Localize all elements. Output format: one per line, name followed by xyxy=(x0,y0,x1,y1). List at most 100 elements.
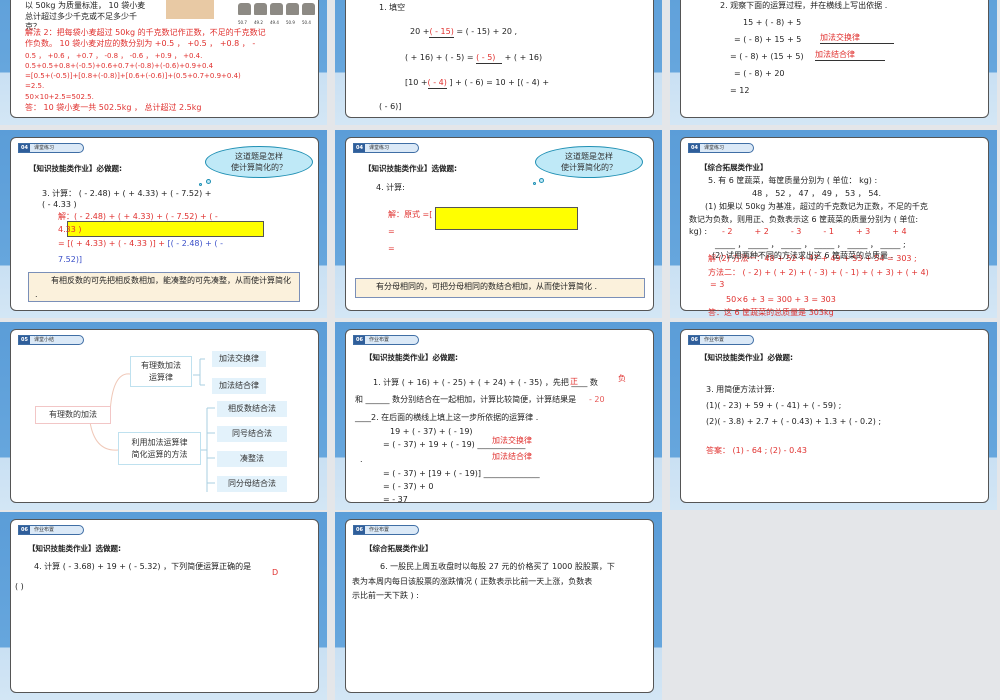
section-label: 课堂练习 xyxy=(34,145,55,151)
thought-cloud: 这道题是怎样 使计算简化的？ xyxy=(535,146,643,178)
value: + 3 xyxy=(855,227,871,236)
scale-photo xyxy=(166,0,214,19)
mind-map-leaf: 加法结合律 xyxy=(212,378,266,394)
solution-line: 50×6 + 3 = 300 + 3 = 303 xyxy=(726,295,836,304)
equals-sign: = xyxy=(388,244,395,253)
solution-line: 解法 2：把每袋小麦超过 50kg 的千克数记作正数，不足的千克数记 xyxy=(25,28,266,37)
text: 利用加法运算律 xyxy=(131,438,188,447)
answer-blank: ( - 4) xyxy=(427,78,447,89)
question-title: 1. 填空 xyxy=(379,3,406,12)
text: [10 + xyxy=(405,78,428,87)
heading: 【知识技能类作业】选做题: xyxy=(28,544,121,553)
cloud-text: 使计算简化的？ xyxy=(561,163,617,172)
section-tag: 06 作业布置 xyxy=(353,335,419,345)
question-line: (1) 如果以 50kg 为基准，超过的千克数记为正数，不足的千克 xyxy=(705,202,928,211)
question-line: (2) 试用两种不同的方法求出这 6 筐蔬菜的总质量 . xyxy=(712,251,894,260)
heading: 【综合拓展类作业】 xyxy=(700,163,768,172)
sack-label: 49.4 xyxy=(270,20,279,25)
mind-map-branch: 利用加法运算律 简化运算的方法 xyxy=(118,432,201,465)
text: 有理数加法 xyxy=(141,361,181,370)
section-number: 06 xyxy=(354,336,365,344)
text: + ( + 16) xyxy=(502,53,543,62)
step-line: = ( - 8) + (15 + 5) xyxy=(730,52,804,61)
solution-line: 方法二： ( - 2) + ( + 2) + ( - 3) + ( - 1) +… xyxy=(708,268,929,277)
dot: . xyxy=(360,455,363,464)
value: - 3 xyxy=(790,227,802,236)
heading: 【知识技能类作业】选做题: xyxy=(364,164,457,173)
text-line: 以 50kg 为质量标准， 10 袋小麦 xyxy=(25,1,146,10)
sack-label: 50.9 xyxy=(286,20,295,25)
mind-map-leaf: 同分母结合法 xyxy=(217,476,287,492)
answer-positive: 正 xyxy=(570,377,578,386)
slide-thumbnail-7[interactable]: 05 课堂小结 有理数的加法 有理数加法 运算律 加法交换律 加法结合律 利用加法运… xyxy=(0,322,327,510)
section-label: 作业布置 xyxy=(704,337,725,343)
fill-line-4: ( - 6)] xyxy=(379,102,402,111)
slide-thumbnail-11[interactable]: 06 作业布置 【综合拓展类作业】 6. 一股民上周五收盘时以每股 27 元的价格… xyxy=(335,512,662,700)
question-line: 4. 计算 ( - 3.68) + 19 + ( - 5.32) ，下列简便运算… xyxy=(34,562,252,571)
section-number: 04 xyxy=(689,144,700,152)
wheat-sacks-image xyxy=(238,3,315,15)
equals-sign: = xyxy=(388,227,395,236)
answer-negative: 负 xyxy=(618,374,626,383)
slide-thumbnail-8[interactable]: 06 作业布置 【知识技能类作业】必做题: 1. 计算 ( + 16) + ( -… xyxy=(335,322,662,510)
step-line: = ( - 8) + 15 + 5 xyxy=(734,35,802,44)
law-answer: 加法交换律 xyxy=(820,33,894,44)
highlight-box xyxy=(67,221,264,237)
question-line: 和 ______ 数分别结合在一起相加，计算比较简便，计算结果是 xyxy=(355,395,577,404)
slide-thumbnail-5[interactable]: 04 课堂练习 【知识技能类作业】选做题: 这道题是怎样 使计算简化的？ 4. 计算… xyxy=(335,130,662,318)
solution-line: =[0.5+(-0.5)]+[0.8+(-0.8)]+[0.6+(-0.6)]+… xyxy=(25,72,241,80)
tip-note: 有分母相同的，可把分母相同的数结合相加，从而使计算简化 . xyxy=(355,278,645,298)
answer-line: 答： 10 袋小麦一共 502.5kg ， 总计超过 2.5kg xyxy=(25,103,202,112)
section-label: 作业布置 xyxy=(369,337,390,343)
solution-line: 4.33 ) xyxy=(58,225,82,234)
tip-note: 有相反数的可先把相反数相加，能凑整的可先凑整，从而使计算简化 . xyxy=(28,272,300,302)
question-line: 1. 计算 ( + 16) + ( - 25) + ( + 24) + ( - … xyxy=(373,378,598,387)
slide-thumbnail-4[interactable]: 04 课堂练习 【知识技能类作业】必做题: 这道题是怎样 使计算简化的？ 3. 计算… xyxy=(0,130,327,318)
question-line: ( - 4.33 ) xyxy=(42,200,77,209)
question-line: (2)( - 3.8) + 2.7 + ( - 0.43) + 1.3 + ( … xyxy=(706,417,882,426)
section-label: 作业布置 xyxy=(369,527,390,533)
solution-line: = [( + 4.33) + ( - 4.33 )] + [( - 2.48) … xyxy=(58,239,223,249)
slide-thumbnail-9[interactable]: 06 作业布置 【知识技能类作业】必做题: 3. 用简便方法计算: (1)( - … xyxy=(670,322,997,510)
section-number: 06 xyxy=(19,526,30,534)
answer-blank: ( - 15) xyxy=(429,27,454,38)
cloud-text: 这道题是怎样 xyxy=(235,152,283,161)
answer-parentheses: ( ) xyxy=(15,582,24,591)
answer-result: - 20 xyxy=(589,395,605,404)
bubble-dot xyxy=(199,183,202,186)
sack-label: 50.7 xyxy=(238,20,247,25)
value: + 4 xyxy=(892,227,907,236)
slide-thumbnail-10[interactable]: 06 作业布置 【知识技能类作业】选做题: 4. 计算 ( - 3.68) + 1… xyxy=(0,512,327,700)
bubble-dot xyxy=(206,179,211,184)
solution-line: 0.5+0.5+0.8+(-0.5)+0.6+0.7+(-0.8)+(-0.6)… xyxy=(25,62,214,70)
answer-blanks: _____ ， _____ ， _____ ， _____ ， _____ ， … xyxy=(715,240,906,249)
slide-thumbnail-2[interactable]: 1. 填空 20 +( - 15) = ( - 15) + 20 , ( + 1… xyxy=(335,0,662,125)
law-answer: 加法结合律 xyxy=(815,50,885,61)
slide-thumbnail-3[interactable]: 2. 观察下面的运算过程，并在横线上写出依据 . 15 + ( - 8) + 5… xyxy=(670,0,997,125)
section-tag: 06 作业布置 xyxy=(18,525,84,535)
solution-line: = 3 xyxy=(710,280,725,289)
mind-map-root: 有理数的加法 xyxy=(35,406,111,424)
cloud-text: 这道题是怎样 xyxy=(565,152,613,161)
slide-thumbnail-1[interactable]: 以 50kg 为质量标准， 10 袋小麦 总计超过多少千克或不足多少千 克？ 5… xyxy=(0,0,327,125)
section-number: 04 xyxy=(354,144,365,152)
text: 20 + xyxy=(410,27,430,36)
value: + 2 xyxy=(754,227,769,236)
question-line: ____2. 在后面的横线上填上这一步所依据的运算律 . xyxy=(355,413,539,422)
sack-label: 49.2 xyxy=(254,20,263,25)
question-line: 3. 计算： ( - 2.48) + ( + 4.33) + ( - 7.52)… xyxy=(42,189,212,198)
question-line: 3. 用简便方法计算: xyxy=(706,385,775,394)
answer-line: 答案： (1) - 64 ; (2) - 0.43 xyxy=(706,446,807,455)
section-label: 课堂练习 xyxy=(369,145,390,151)
section-tag: 04 课堂练习 xyxy=(353,143,419,153)
slide-thumbnail-6[interactable]: 04 课堂练习 【综合拓展类作业】 5. 有 6 筐蔬菜，每筐质量分别为 ( 单位… xyxy=(670,130,997,318)
step-line: 15 + ( - 8) + 5 xyxy=(743,18,802,27)
value: - 2 xyxy=(722,227,733,236)
sack-label: 50.4 xyxy=(302,20,311,25)
law-answer: 加法交换律 xyxy=(492,436,532,445)
bubble-dot xyxy=(533,182,536,185)
mind-map-leaf: 加法交换律 xyxy=(212,351,266,367)
solution-line: 解：原式 =[ xyxy=(388,210,433,219)
heading: 【知识技能类作业】必做题: xyxy=(700,353,793,362)
question-line: 4. 计算: xyxy=(376,183,405,192)
